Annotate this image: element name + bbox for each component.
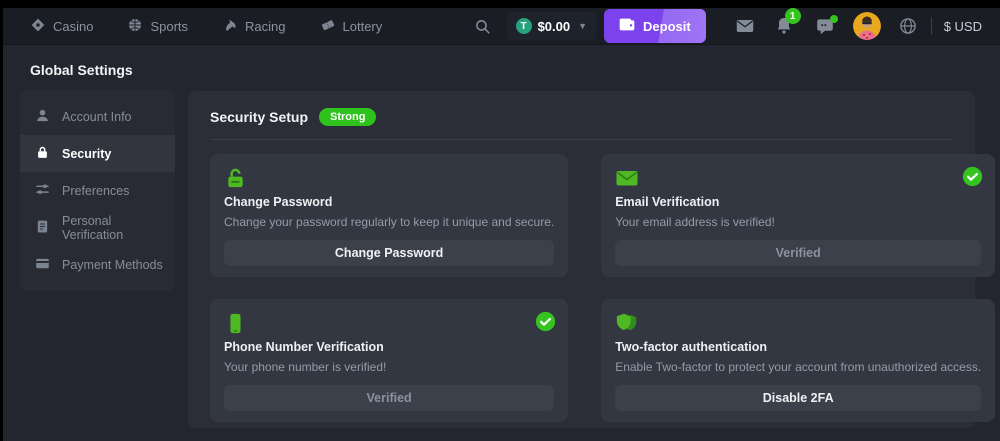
page-title: Global Settings bbox=[30, 62, 133, 78]
panel-header: Security Setup Strong bbox=[188, 91, 975, 126]
sports-icon bbox=[127, 17, 143, 36]
wallet-balance[interactable]: T $0.00 ▼ bbox=[507, 12, 596, 40]
navbar-right: T $0.00 ▼ Deposit 1 bbox=[474, 9, 1000, 43]
primary-nav: Casino Sports Racing Lottery bbox=[0, 17, 382, 36]
phone-verified-button[interactable]: Verified bbox=[224, 385, 554, 411]
chat-icon[interactable] bbox=[816, 18, 834, 35]
document-icon bbox=[35, 219, 50, 237]
user-icon bbox=[35, 108, 50, 126]
two-factor-card: Two-factor authentication Enable Two-fac… bbox=[601, 299, 995, 422]
lock-icon bbox=[35, 145, 50, 163]
lottery-ticket-icon bbox=[320, 17, 336, 36]
deposit-button[interactable]: Deposit bbox=[604, 9, 706, 43]
balance-amount: $0.00 bbox=[538, 19, 571, 34]
divider bbox=[210, 139, 953, 140]
sidebar-item-security[interactable]: Security bbox=[20, 135, 175, 172]
tether-coin-icon: T bbox=[516, 18, 532, 34]
security-cards: Change Password Change your password reg… bbox=[210, 154, 953, 422]
card-title: Two-factor authentication bbox=[615, 340, 981, 354]
sidebar-item-label: Security bbox=[62, 147, 111, 161]
sliders-icon bbox=[35, 182, 50, 200]
wallet-icon bbox=[619, 18, 635, 35]
chat-status-dot bbox=[830, 15, 838, 23]
strength-badge: Strong bbox=[319, 108, 376, 126]
card-title: Change Password bbox=[224, 195, 554, 209]
change-password-card: Change Password Change your password reg… bbox=[210, 154, 568, 277]
app-window: Casino Sports Racing Lottery T $0.00 bbox=[0, 0, 1000, 441]
verified-check-icon bbox=[535, 311, 556, 332]
email-verification-card: Email Verification Your email address is… bbox=[601, 154, 995, 277]
phone-verification-card: Phone Number Verification Your phone num… bbox=[210, 299, 568, 422]
credit-card-icon bbox=[35, 256, 50, 274]
sidebar-item-label: Preferences bbox=[62, 184, 129, 198]
padlock-icon bbox=[224, 167, 554, 191]
chevron-down-icon: ▼ bbox=[578, 21, 587, 31]
card-title: Phone Number Verification bbox=[224, 340, 554, 354]
notification-count-badge: 1 bbox=[785, 8, 801, 24]
settings-sidebar: Account Info Security Preferences Person… bbox=[20, 90, 175, 291]
panel-title: Security Setup bbox=[210, 109, 308, 125]
racing-horse-icon bbox=[222, 17, 238, 36]
top-navbar: Casino Sports Racing Lottery T $0.00 bbox=[0, 8, 1000, 44]
user-avatar[interactable] bbox=[853, 12, 881, 40]
security-setup-panel: Security Setup Strong Change Password Ch… bbox=[188, 91, 975, 428]
deposit-label: Deposit bbox=[643, 19, 691, 34]
shield-icon bbox=[615, 312, 981, 336]
window-frame-left bbox=[0, 0, 3, 441]
divider bbox=[931, 17, 932, 35]
card-description: Your email address is verified! bbox=[615, 215, 981, 229]
envelope-icon bbox=[615, 167, 981, 191]
email-verified-button[interactable]: Verified bbox=[615, 240, 981, 266]
card-description: Enable Two-factor to protect your accoun… bbox=[615, 360, 981, 374]
card-title: Email Verification bbox=[615, 195, 981, 209]
nav-item-sports[interactable]: Sports bbox=[127, 17, 188, 36]
sidebar-item-preferences[interactable]: Preferences bbox=[20, 172, 175, 209]
nav-item-lottery[interactable]: Lottery bbox=[320, 17, 383, 36]
sidebar-item-label: Personal Verification bbox=[62, 214, 175, 242]
casino-icon bbox=[30, 17, 46, 36]
window-frame-top bbox=[0, 0, 1000, 8]
nav-item-label: Casino bbox=[53, 19, 93, 34]
nav-item-casino[interactable]: Casino bbox=[30, 17, 93, 36]
phone-icon bbox=[224, 312, 554, 336]
language-globe-icon[interactable] bbox=[899, 17, 917, 35]
sidebar-item-payment-methods[interactable]: Payment Methods bbox=[20, 246, 175, 283]
card-description: Change your password regularly to keep i… bbox=[224, 215, 554, 229]
notifications-bell-icon[interactable]: 1 bbox=[776, 17, 792, 35]
sidebar-item-personal-verification[interactable]: Personal Verification bbox=[20, 209, 175, 246]
sidebar-item-label: Account Info bbox=[62, 110, 132, 124]
card-description: Your phone number is verified! bbox=[224, 360, 554, 374]
disable-2fa-button[interactable]: Disable 2FA bbox=[615, 385, 981, 411]
mail-icon[interactable] bbox=[736, 19, 754, 33]
search-icon[interactable] bbox=[474, 18, 491, 35]
currency-selector[interactable]: $ USD bbox=[944, 19, 982, 34]
nav-item-label: Lottery bbox=[343, 19, 383, 34]
nav-item-label: Sports bbox=[150, 19, 188, 34]
change-password-button[interactable]: Change Password bbox=[224, 240, 554, 266]
sidebar-item-label: Payment Methods bbox=[62, 258, 163, 272]
nav-item-racing[interactable]: Racing bbox=[222, 17, 285, 36]
nav-item-label: Racing bbox=[245, 19, 285, 34]
sidebar-item-account-info[interactable]: Account Info bbox=[20, 98, 175, 135]
verified-check-icon bbox=[962, 166, 983, 187]
